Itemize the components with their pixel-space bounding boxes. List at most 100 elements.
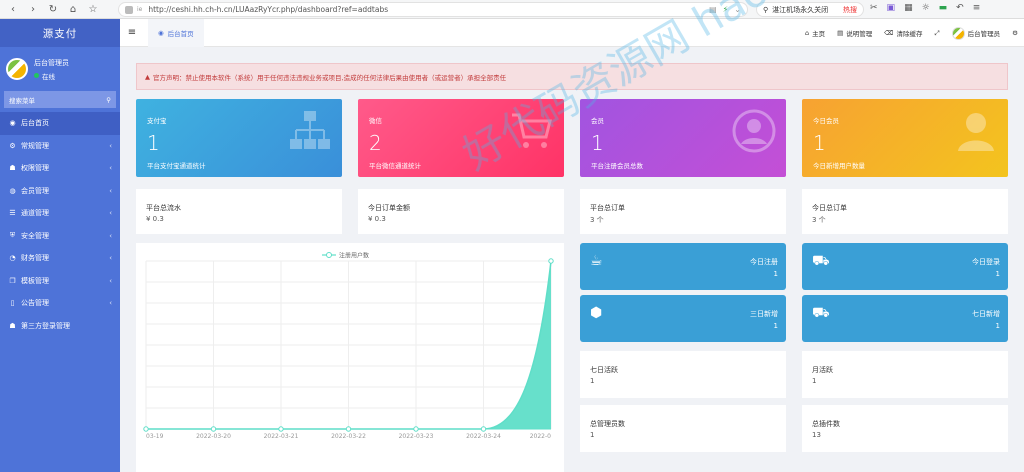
user-circle-icon: ◍ <box>9 186 16 195</box>
sitemap-icon <box>290 111 330 149</box>
small-stat-title: 七日新增 <box>972 310 1000 318</box>
sidebar-item-7[interactable]: ❐ 模板管理 ‹ <box>0 270 120 293</box>
stat-card-value: 1 <box>813 131 826 155</box>
forward-icon[interactable]: › <box>26 2 40 16</box>
stat-card-title: 会员 <box>591 117 604 125</box>
docs-link[interactable]: ▤ 说明管理 <box>837 28 872 38</box>
settings-button[interactable]: ⚙ <box>1012 29 1018 37</box>
white-stat-title: 七日活跃 <box>590 366 618 374</box>
stat-card-0: 支付宝 1 平台支付宝通道统计 <box>136 99 342 177</box>
clear-cache-label: 清除缓存 <box>896 30 923 38</box>
hot-search-badge[interactable]: 热搜 <box>843 5 857 15</box>
legend-marker <box>326 252 332 258</box>
small-stat-0: ☕ 今日注册 1 <box>580 243 786 290</box>
stat-card-3: 今日会员 1 今日新增用户数量 <box>802 99 1008 177</box>
home-label: 主页 <box>812 30 826 38</box>
summary-value: 3 个 <box>812 216 826 224</box>
clear-cache-button[interactable]: ⌫ 清除缓存 <box>884 28 922 38</box>
small-stat-1: ⛟ 今日登录 1 <box>802 243 1008 290</box>
series-point <box>480 426 487 432</box>
white-stat-1: 月活跃 1 <box>802 351 1008 398</box>
reader-icon[interactable]: ▤ <box>709 5 717 14</box>
cart-icon <box>512 113 552 148</box>
admin-avatar <box>951 26 965 40</box>
sun-icon[interactable]: ☼ <box>922 3 930 13</box>
search-icon[interactable]: ⚲ <box>106 96 111 104</box>
sidebar-item-1[interactable]: ⚙ 常规管理 ‹ <box>0 135 120 158</box>
sidebar-item-5[interactable]: ⛨ 安全管理 ‹ <box>0 225 120 248</box>
url-text[interactable]: http://ceshi.hh.ch-h.cn/LUAazRyYcr.php/d… <box>148 5 388 14</box>
browser-search-text: 湛江机场永久关闭 <box>772 5 829 14</box>
main-content: ≡ ◉ 后台首页 ⌂ 主页 ▤ 说明管理 ⌫ 清除缓存 ⤢ 后台管理员 ⚙ ▲ 官方声… <box>120 0 1024 472</box>
sidebar-item-2[interactable]: ☗ 权限管理 ‹ <box>0 157 120 180</box>
small-stat-title: 今日注册 <box>750 258 778 266</box>
sidebar-item-label: 权限管理 <box>21 164 49 173</box>
dashboard-icon: ◉ <box>158 28 164 37</box>
sidebar-item-8[interactable]: ▯ 公告管理 ‹ <box>0 292 120 315</box>
pie-icon: ◔ <box>9 254 16 263</box>
white-stat-title: 月活跃 <box>812 366 833 374</box>
sidebar-item-label: 财务管理 <box>21 254 49 263</box>
white-stat-value: 13 <box>812 431 821 439</box>
reload-icon[interactable]: ↻ <box>46 2 60 16</box>
chevron-left-icon: ‹ <box>109 299 112 308</box>
cogs-icon: ⚙ <box>9 141 16 150</box>
user-circle-icon <box>732 109 776 153</box>
sidebar-menu: ◉ 后台首页 ⚙ 常规管理 ‹ ☗ 权限管理 ‹ ◍ 会员管理 ‹ ☰ 通道管理 ‹ ⛨ 安全管理 ‹ ◔ 财务管理… <box>0 112 120 337</box>
sidebar-item-label: 公告管理 <box>21 299 49 308</box>
sidebar-item-9[interactable]: ☗ 第三方登录管理 <box>0 315 120 338</box>
home-link[interactable]: ⌂ 主页 <box>805 28 825 38</box>
online-dot-icon <box>34 73 39 78</box>
bookmark-star-icon[interactable]: ☆ <box>86 2 100 16</box>
shield-icon: ⛨ <box>9 231 16 240</box>
tab-dashboard[interactable]: ◉ 后台首页 <box>148 18 204 47</box>
stat-card-1: 微信 2 平台微信通道统计 <box>358 99 564 177</box>
small-stat-title: 三日新增 <box>750 310 778 318</box>
sidebar-item-4[interactable]: ☰ 通道管理 ‹ <box>0 202 120 225</box>
sidebar-search-input[interactable]: 搜索菜单 ⚲ <box>4 91 116 108</box>
x-tick-label: 2022-03-23 <box>399 433 434 440</box>
sidebar-item-3[interactable]: ◍ 会员管理 ‹ <box>0 180 120 203</box>
fullscreen-button[interactable]: ⤢ <box>934 29 939 38</box>
sidebar-item-6[interactable]: ◔ 财务管理 ‹ <box>0 247 120 270</box>
back-icon[interactable]: ‹ <box>6 2 20 16</box>
grid-icon[interactable]: ▦ <box>904 3 913 13</box>
summary-box-0: 平台总流水 ¥ 0.3 <box>136 189 342 234</box>
summary-box-2: 平台总订单 3 个 <box>580 189 786 234</box>
dropdown-icon[interactable]: ⌄ <box>734 5 741 14</box>
battery-icon[interactable]: ▬ <box>939 3 948 13</box>
app-logo[interactable]: 源支付 <box>0 19 120 47</box>
sidebar-item-0[interactable]: ◉ 后台首页 <box>0 112 120 135</box>
site-info-icon[interactable] <box>125 5 133 14</box>
white-stat-value: 1 <box>812 377 817 385</box>
x-tick-label: 2022-03-22 <box>331 433 366 440</box>
menu-icon[interactable]: ≡ <box>973 3 981 13</box>
ie-mode-label: ie <box>137 6 143 13</box>
white-stat-3: 总插件数 13 <box>802 405 1008 452</box>
chevron-left-icon: ‹ <box>109 164 112 173</box>
sidebar-search-placeholder: 搜索菜单 <box>9 96 35 105</box>
undo-icon[interactable]: ↶ <box>956 3 964 13</box>
sidebar-toggle-icon[interactable]: ≡ <box>122 27 142 38</box>
bolt-icon[interactable]: ⚡ <box>723 5 729 14</box>
home-icon[interactable]: ⌂ <box>66 2 80 16</box>
series-point <box>413 426 419 432</box>
stat-card-title: 支付宝 <box>147 117 167 125</box>
gear-icon: ⚙ <box>1012 29 1018 37</box>
address-bar[interactable]: ie http://ceshi.hh.ch-h.cn/LUAazRyYcr.ph… <box>118 2 748 17</box>
scissors-icon[interactable]: ✂ <box>870 3 878 13</box>
register-chart: 03-19 2022-03-20 2022-03-21 2022-03-22 2022-… <box>136 243 564 472</box>
admin-menu[interactable]: 后台管理员 <box>951 26 1000 40</box>
avatar[interactable] <box>6 58 28 80</box>
sidebar-item-label: 通道管理 <box>21 209 49 218</box>
stat-card-2: 会员 1 平台注册会员总数 <box>580 99 786 177</box>
x-tick-label: 03-19 <box>146 433 164 440</box>
summary-value: ¥ 0.3 <box>146 215 164 223</box>
browser-search[interactable]: ⚲ 湛江机场永久关闭 热搜 <box>756 2 864 17</box>
extension-icon[interactable]: ▣ <box>887 3 896 13</box>
users-icon: ☗ <box>9 321 16 330</box>
disclaimer-alert: ▲ 官方声明：禁止使用本软件（系统）用于任何违法违规业务或项目,造成的任何法律后… <box>136 63 1008 90</box>
user-panel: 后台管理员 在线 <box>0 47 120 91</box>
summary-title: 今日订单金额 <box>368 204 410 212</box>
summary-title: 平台总流水 <box>146 204 181 212</box>
